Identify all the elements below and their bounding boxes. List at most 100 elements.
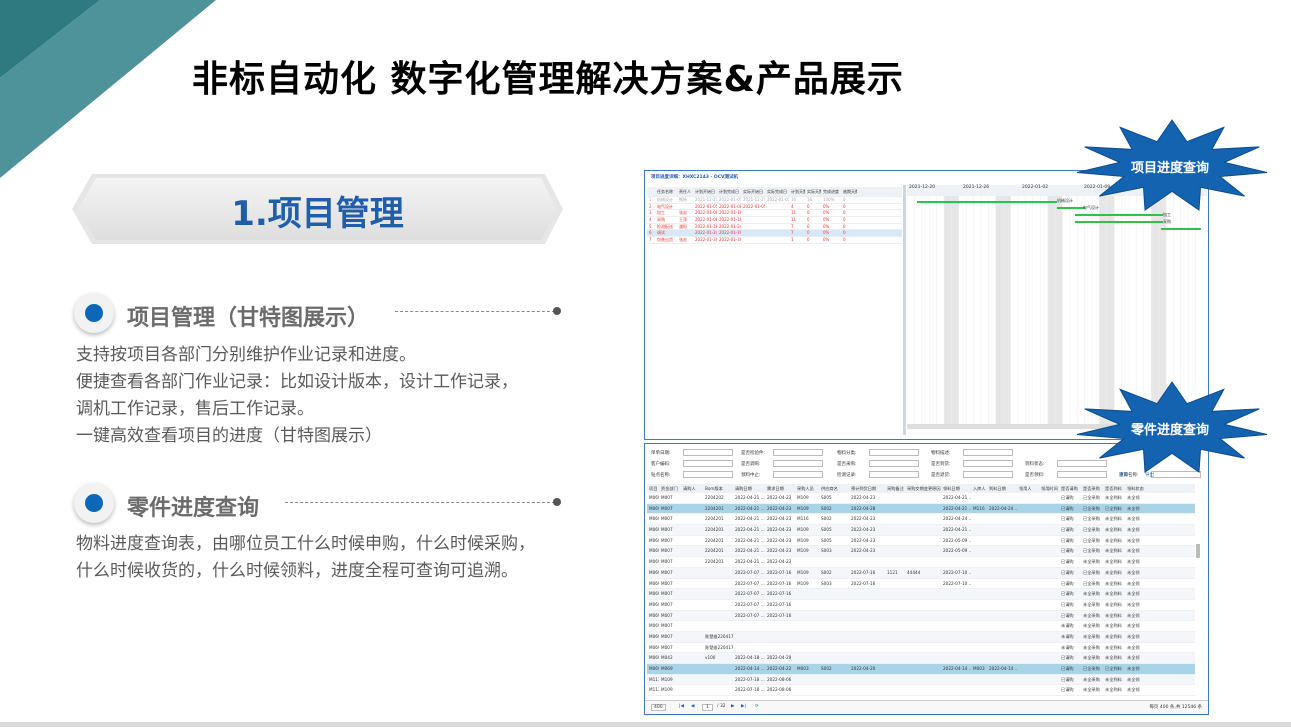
gantt-task-row[interactable]: 6 调试 2022-01-24 2022-01-30 7 0 0% 0 (647, 230, 902, 238)
parts-cell: M109 (797, 527, 809, 533)
gantt-header-cell[interactable]: 计划天数 (789, 187, 805, 196)
parts-row[interactable]: M069M00722042012022-04-21 ...2022-04-23M… (647, 525, 1195, 536)
gantt-header-cell[interactable]: 实际开始日 (741, 187, 765, 196)
parts-cell (885, 579, 905, 589)
gantt-header-cell[interactable]: 责任人 (677, 187, 693, 196)
parts-cell: 2204201 (705, 548, 724, 554)
parts-cell (905, 579, 941, 589)
gantt-cell: 2022-01-08 (719, 203, 741, 209)
parts-cell: M069 (661, 666, 673, 671)
parts-header-cell[interactable]: 到料日期 (987, 484, 1017, 492)
gantt-header-cell[interactable]: 实际完成日 (765, 187, 789, 196)
prev-page-icon[interactable]: ◀ (691, 704, 694, 709)
parts-row[interactable]: M069M00722042012022-04-21 ...2022-04-23M… (647, 514, 1195, 526)
parts-cell (733, 632, 765, 642)
parts-cell (885, 504, 905, 514)
parts-header-cell[interactable]: 资金部门 (659, 484, 681, 492)
refresh-icon[interactable]: ⟳ (755, 704, 759, 709)
parts-header-cell[interactable]: 供应商名 (819, 484, 849, 492)
parts-header-cell[interactable]: 采购交期变更原因 (905, 484, 941, 492)
parts-header-cell[interactable]: 领用人 (1017, 484, 1039, 492)
gantt-task-row[interactable]: 7 包装出货 张宏 2022-01-30 2022-01-30 1 0 0% 0 (647, 237, 902, 244)
parts-row[interactable]: M069M0072022-07-07 ...2022-07-16已请购未全采购未… (647, 589, 1195, 600)
gantt-header-cell[interactable]: 计划开始日 (693, 187, 717, 196)
gantt-header-cell[interactable] (647, 187, 655, 196)
gantt-header-cell[interactable]: 完成进度 (821, 187, 841, 196)
parts-cell (987, 514, 1017, 524)
parts-row[interactable]: M069M00722042022022-04-21 ...2022-04-23M… (647, 493, 1195, 504)
parts-header-cell[interactable]: Bom版本 (703, 484, 733, 492)
parts-row[interactable]: M069M007 陈楚维220417 未请购 未全采购未全到料未全领 (647, 631, 1195, 643)
parts-cell: 2022-04-23 (767, 559, 792, 565)
parts-header-cell[interactable]: 请购日期 (733, 484, 765, 492)
gantt-task-row[interactable]: 2 电气设计 2022-01-05 2022-01-08 2022-01-05 4 0 0% 0 (647, 204, 902, 211)
parts-row[interactable]: M069M007 陈楚维220417 未请购 未全采购未全到料未全领 (647, 643, 1195, 654)
gantt-cell: 100% (823, 197, 835, 202)
parts-scrollbar[interactable] (1196, 544, 1200, 558)
gantt-task-row[interactable]: 1 机械设计 熊杨 2021-12-21 2022-01-05 2021-12-21 202… (647, 197, 902, 204)
parts-header-cell[interactable]: 是否采购 (1081, 484, 1103, 492)
filter-input[interactable] (683, 460, 733, 467)
parts-header-cell[interactable]: 预计到货日期 (849, 484, 885, 492)
page-number-input[interactable]: 1 (702, 704, 713, 711)
filter-input[interactable] (869, 449, 919, 456)
gantt-header-cell[interactable]: 实际天数 (805, 187, 821, 196)
next-page-icon[interactable]: ▶ (731, 704, 734, 709)
parts-cell (987, 632, 1017, 642)
gantt-bar[interactable] (1075, 221, 1163, 223)
parts-header-cell[interactable]: 领用时间 (1039, 484, 1059, 492)
parts-row[interactable]: M069M0072022-07-07 ...2022-07-16M109S003… (647, 579, 1195, 590)
gantt-bar[interactable] (1161, 228, 1201, 230)
parts-header-cell[interactable]: 领料状态 (1125, 484, 1147, 492)
parts-row[interactable]: M069M00722042012022-04-21 ...2022-04-23M… (647, 536, 1195, 547)
parts-row[interactable]: M069M0692022-04-14 ...2022-04-22M003S002… (647, 664, 1195, 675)
parts-header-cell[interactable]: 入库人 (971, 484, 987, 492)
parts-cell (905, 525, 941, 535)
parts-row[interactable]: M069M00722042012022-04-21 ...2022-04-23M… (647, 546, 1195, 558)
filter-input[interactable] (773, 460, 823, 467)
parts-row[interactable]: M069M0072022-07-07 ...2022-07-16已请购未全采购未… (647, 600, 1195, 611)
filter-input[interactable] (963, 449, 1013, 456)
gantt-task-row[interactable]: 5 检测配送 潘阳 2022-01-18 2022-01-24 7 0 0% 0 (647, 224, 902, 231)
filter-input[interactable] (963, 471, 1013, 478)
parts-cell (941, 621, 971, 631)
parts-row[interactable]: M113M1092022-07-18 ...2022-08-06已请购未全采购未… (647, 685, 1195, 697)
gantt-splitter[interactable] (903, 185, 906, 435)
filter-input[interactable] (773, 471, 823, 478)
parts-header-cell[interactable]: 是否请购 (1059, 484, 1081, 492)
parts-row[interactable]: M069M0072022-07-07 ...2022-07-16M109S002… (647, 567, 1195, 579)
gantt-bar[interactable] (917, 201, 1057, 203)
parts-header-cell[interactable]: 领料日期 (941, 484, 971, 492)
gantt-cell: 0 (807, 217, 810, 223)
parts-cell: 2022-04-23 (767, 537, 792, 543)
parts-header-cell[interactable]: 请购人 (681, 484, 703, 492)
gantt-header-cell[interactable]: 计划完成日 (717, 187, 741, 196)
parts-cell: M069 (649, 591, 659, 597)
parts-cell (1039, 536, 1059, 546)
filter-input[interactable] (869, 471, 919, 478)
gantt-task-row[interactable]: 3 加工 张宏 2022-01-08 2022-01-18 11 0 0% 0 (647, 210, 902, 218)
parts-header-cell[interactable]: 采购人员 (795, 484, 819, 492)
last-page-icon[interactable]: ▶| (741, 704, 746, 709)
filter-input[interactable] (773, 449, 823, 456)
parts-row[interactable]: M069M0072022-07-07 ...2022-07-16已请购未全采购未… (647, 610, 1195, 622)
filter-input[interactable] (683, 449, 733, 456)
filter-input[interactable] (683, 471, 733, 478)
parts-header-cell[interactable]: 是否到料 (1103, 484, 1125, 492)
gantt-header-cell[interactable]: 任务名称 (655, 187, 677, 196)
first-page-icon[interactable]: |◀ (679, 704, 684, 709)
parts-header-cell[interactable]: 项目 (647, 484, 659, 492)
gantt-task-row[interactable]: 4 采购 王萍 2022-01-08 2022-01-18 11 0 0% 0 (647, 217, 902, 224)
page-size-select[interactable]: 400 (651, 704, 666, 711)
gantt-header-cell[interactable]: 逾期天数 (841, 187, 857, 196)
parts-row[interactable]: M113M1092022-07-18 ...2022-08-06已请购未全采购未… (647, 674, 1195, 686)
parts-cell: 未全领 (1127, 591, 1140, 597)
parts-row[interactable]: M069M00722042012022-04-21 ...2022-04-23M… (647, 503, 1195, 515)
parts-header-cell[interactable]: 需求日期 (765, 484, 795, 492)
parts-row[interactable]: M069M007 2204201 2022-04-21 ...2022-04-23 已… (647, 557, 1195, 568)
parts-row[interactable]: M069M042 v100 2022-04-18 ...2022-04-29 已请购 未… (647, 653, 1195, 664)
filter-input[interactable] (963, 460, 1013, 467)
parts-header-cell[interactable]: 采购备注 (885, 484, 905, 492)
filter-input[interactable] (869, 460, 919, 467)
parts-row[interactable]: M069M007 未请购 未全采购未全到料未全领 (647, 621, 1195, 632)
